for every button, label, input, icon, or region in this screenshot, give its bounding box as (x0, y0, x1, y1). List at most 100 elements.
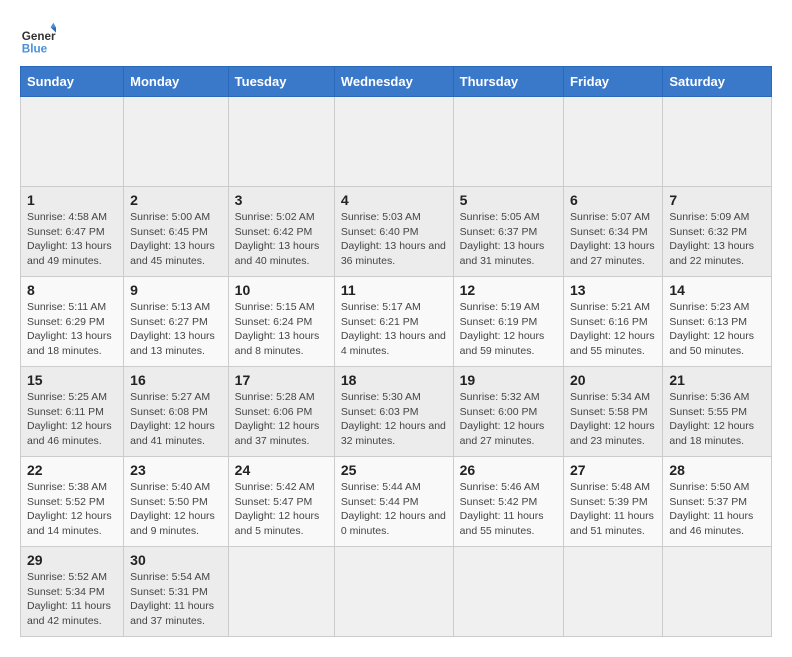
calendar-cell: 11 Sunrise: 5:17 AMSunset: 6:21 PMDayligh… (334, 277, 453, 367)
day-number: 25 (341, 462, 447, 478)
day-number: 15 (27, 372, 117, 388)
day-number: 10 (235, 282, 328, 298)
day-detail: Sunrise: 5:32 AMSunset: 6:00 PMDaylight:… (460, 390, 557, 449)
day-detail: Sunrise: 5:36 AMSunset: 5:55 PMDaylight:… (669, 390, 765, 449)
day-number: 3 (235, 192, 328, 208)
day-header-saturday: Saturday (663, 67, 772, 97)
day-detail: Sunrise: 5:25 AMSunset: 6:11 PMDaylight:… (27, 390, 117, 449)
calendar-cell: 3 Sunrise: 5:02 AMSunset: 6:42 PMDaylight… (228, 187, 334, 277)
week-row-2: 1 Sunrise: 4:58 AMSunset: 6:47 PMDaylight… (21, 187, 772, 277)
day-detail: Sunrise: 5:50 AMSunset: 5:37 PMDaylight:… (669, 480, 765, 539)
day-detail: Sunrise: 5:28 AMSunset: 6:06 PMDaylight:… (235, 390, 328, 449)
day-number: 14 (669, 282, 765, 298)
calendar-cell (334, 97, 453, 187)
calendar-cell: 5 Sunrise: 5:05 AMSunset: 6:37 PMDaylight… (453, 187, 563, 277)
day-detail: Sunrise: 5:23 AMSunset: 6:13 PMDaylight:… (669, 300, 765, 359)
day-number: 18 (341, 372, 447, 388)
day-detail: Sunrise: 5:15 AMSunset: 6:24 PMDaylight:… (235, 300, 328, 359)
day-detail: Sunrise: 5:02 AMSunset: 6:42 PMDaylight:… (235, 210, 328, 269)
day-detail: Sunrise: 5:21 AMSunset: 6:16 PMDaylight:… (570, 300, 656, 359)
day-number: 24 (235, 462, 328, 478)
calendar-cell (453, 547, 563, 637)
calendar-cell (663, 97, 772, 187)
calendar-cell: 20Sunrise: 5:34 AMSunset: 5:58 PMDayligh… (564, 367, 663, 457)
day-header-sunday: Sunday (21, 67, 124, 97)
calendar-cell (564, 97, 663, 187)
day-detail: Sunrise: 5:05 AMSunset: 6:37 PMDaylight:… (460, 210, 557, 269)
calendar-cell: 24Sunrise: 5:42 AMSunset: 5:47 PMDayligh… (228, 457, 334, 547)
calendar-cell: 25 Sunrise: 5:44 AMSunset: 5:44 PMDayligh… (334, 457, 453, 547)
calendar-cell: 26Sunrise: 5:46 AMSunset: 5:42 PMDayligh… (453, 457, 563, 547)
day-detail: Sunrise: 5:07 AMSunset: 6:34 PMDaylight:… (570, 210, 656, 269)
day-number: 16 (130, 372, 222, 388)
day-number: 5 (460, 192, 557, 208)
day-number: 6 (570, 192, 656, 208)
week-row-5: 22Sunrise: 5:38 AMSunset: 5:52 PMDayligh… (21, 457, 772, 547)
calendar-cell: 17Sunrise: 5:28 AMSunset: 6:06 PMDayligh… (228, 367, 334, 457)
day-header-friday: Friday (564, 67, 663, 97)
day-number: 22 (27, 462, 117, 478)
day-detail: Sunrise: 5:11 AMSunset: 6:29 PMDaylight:… (27, 300, 117, 359)
day-detail: Sunrise: 4:58 AMSunset: 6:47 PMDaylight:… (27, 210, 117, 269)
calendar-cell (228, 547, 334, 637)
day-detail: Sunrise: 5:48 AMSunset: 5:39 PMDaylight:… (570, 480, 656, 539)
calendar-cell (21, 97, 124, 187)
day-detail: Sunrise: 5:09 AMSunset: 6:32 PMDaylight:… (669, 210, 765, 269)
logo: General Blue (20, 20, 62, 56)
day-number: 11 (341, 282, 447, 298)
day-number: 4 (341, 192, 447, 208)
day-detail: Sunrise: 5:13 AMSunset: 6:27 PMDaylight:… (130, 300, 222, 359)
calendar-cell: 23 Sunrise: 5:40 AMSunset: 5:50 PMDayligh… (124, 457, 229, 547)
calendar-cell: 15 Sunrise: 5:25 AMSunset: 6:11 PMDayligh… (21, 367, 124, 457)
week-row-4: 15 Sunrise: 5:25 AMSunset: 6:11 PMDayligh… (21, 367, 772, 457)
day-number: 7 (669, 192, 765, 208)
calendar-cell: 13 Sunrise: 5:21 AMSunset: 6:16 PMDayligh… (564, 277, 663, 367)
calendar-cell: 14 Sunrise: 5:23 AMSunset: 6:13 PMDayligh… (663, 277, 772, 367)
week-row-1 (21, 97, 772, 187)
day-detail: Sunrise: 5:27 AMSunset: 6:08 PMDaylight:… (130, 390, 222, 449)
calendar-cell: 28Sunrise: 5:50 AMSunset: 5:37 PMDayligh… (663, 457, 772, 547)
day-detail: Sunrise: 5:46 AMSunset: 5:42 PMDaylight:… (460, 480, 557, 539)
day-number: 8 (27, 282, 117, 298)
day-number: 27 (570, 462, 656, 478)
day-detail: Sunrise: 5:00 AMSunset: 6:45 PMDaylight:… (130, 210, 222, 269)
svg-text:Blue: Blue (22, 42, 48, 55)
day-detail: Sunrise: 5:40 AMSunset: 5:50 PMDaylight:… (130, 480, 222, 539)
week-row-3: 8 Sunrise: 5:11 AMSunset: 6:29 PMDaylight… (21, 277, 772, 367)
day-number: 12 (460, 282, 557, 298)
calendar-cell: 16 Sunrise: 5:27 AMSunset: 6:08 PMDayligh… (124, 367, 229, 457)
calendar-cell: 29Sunrise: 5:52 AMSunset: 5:34 PMDayligh… (21, 547, 124, 637)
calendar-cell: 18 Sunrise: 5:30 AMSunset: 6:03 PMDayligh… (334, 367, 453, 457)
calendar-cell: 19Sunrise: 5:32 AMSunset: 6:00 PMDayligh… (453, 367, 563, 457)
day-header-tuesday: Tuesday (228, 67, 334, 97)
calendar-cell (663, 547, 772, 637)
day-detail: Sunrise: 5:44 AMSunset: 5:44 PMDaylight:… (341, 480, 447, 539)
page-header: General Blue (20, 20, 772, 56)
calendar-cell: 27 Sunrise: 5:48 AMSunset: 5:39 PMDayligh… (564, 457, 663, 547)
day-detail: Sunrise: 5:52 AMSunset: 5:34 PMDaylight:… (27, 570, 117, 629)
calendar-cell: 1 Sunrise: 4:58 AMSunset: 6:47 PMDaylight… (21, 187, 124, 277)
calendar-cell (334, 547, 453, 637)
calendar-cell: 22Sunrise: 5:38 AMSunset: 5:52 PMDayligh… (21, 457, 124, 547)
week-row-6: 29Sunrise: 5:52 AMSunset: 5:34 PMDayligh… (21, 547, 772, 637)
day-detail: Sunrise: 5:30 AMSunset: 6:03 PMDaylight:… (341, 390, 447, 449)
day-number: 9 (130, 282, 222, 298)
svg-text:General: General (22, 30, 56, 43)
calendar-cell: 21Sunrise: 5:36 AMSunset: 5:55 PMDayligh… (663, 367, 772, 457)
calendar-table: SundayMondayTuesdayWednesdayThursdayFrid… (20, 66, 772, 637)
days-header-row: SundayMondayTuesdayWednesdayThursdayFrid… (21, 67, 772, 97)
calendar-cell: 7 Sunrise: 5:09 AMSunset: 6:32 PMDaylight… (663, 187, 772, 277)
day-number: 23 (130, 462, 222, 478)
day-number: 1 (27, 192, 117, 208)
calendar-cell: 2Sunrise: 5:00 AMSunset: 6:45 PMDaylight… (124, 187, 229, 277)
day-detail: Sunrise: 5:17 AMSunset: 6:21 PMDaylight:… (341, 300, 447, 359)
calendar-cell (228, 97, 334, 187)
calendar-cell: 12 Sunrise: 5:19 AMSunset: 6:19 PMDayligh… (453, 277, 563, 367)
day-header-thursday: Thursday (453, 67, 563, 97)
calendar-cell (564, 547, 663, 637)
day-detail: Sunrise: 5:54 AMSunset: 5:31 PMDaylight:… (130, 570, 222, 629)
day-number: 13 (570, 282, 656, 298)
day-detail: Sunrise: 5:19 AMSunset: 6:19 PMDaylight:… (460, 300, 557, 359)
calendar-cell (124, 97, 229, 187)
calendar-cell: 30Sunrise: 5:54 AMSunset: 5:31 PMDayligh… (124, 547, 229, 637)
